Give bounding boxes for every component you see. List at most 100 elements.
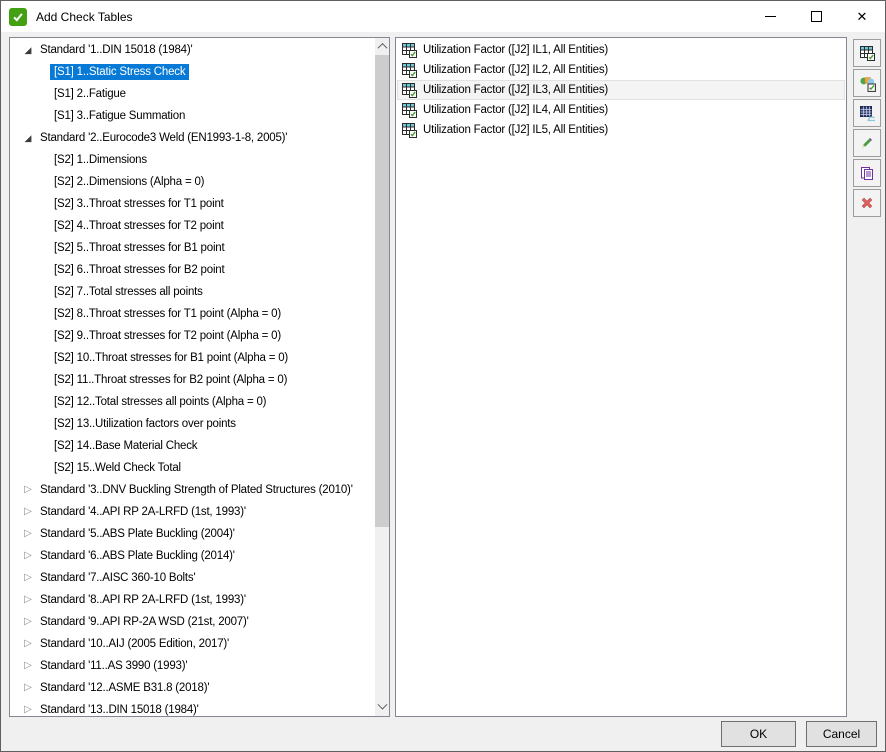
- tree-item-label: [S2] 10..Throat stresses for B1 point (A…: [50, 350, 292, 366]
- table-check-icon: [401, 62, 417, 78]
- list-item-label: Utilization Factor ([J2] IL4, All Entiti…: [423, 104, 608, 116]
- maximize-icon: [811, 11, 822, 22]
- chevron-down-icon: [377, 700, 387, 710]
- tree-item-label: [S2] 9..Throat stresses for T2 point (Al…: [50, 328, 285, 344]
- collapsed-arrow-icon[interactable]: ▷: [21, 545, 35, 567]
- cancel-button[interactable]: Cancel: [806, 721, 877, 747]
- list-item[interactable]: Utilization Factor ([J2] IL4, All Entiti…: [397, 100, 845, 120]
- ok-button[interactable]: OK: [721, 721, 796, 747]
- tree-item-label: Standard '5..ABS Plate Buckling (2004)': [36, 526, 239, 542]
- tree-item-label: Standard '7..AISC 360-10 Bolts': [36, 570, 199, 586]
- tree-item[interactable]: [S2] 7..Total stresses all points: [10, 281, 375, 303]
- copy-table-button[interactable]: [853, 159, 881, 187]
- tree-item-label: Standard '12..ASME B31.8 (2018)': [36, 680, 213, 696]
- edit-table-button[interactable]: [853, 129, 881, 157]
- close-button[interactable]: ✕: [839, 1, 885, 32]
- tree-item[interactable]: [S2] 4..Throat stresses for T2 point: [10, 215, 375, 237]
- tree-item[interactable]: [S2] 12..Total stresses all points (Alph…: [10, 391, 375, 413]
- add-envelope-table-button[interactable]: [853, 99, 881, 127]
- pencil-icon: [859, 135, 875, 151]
- tree-item-label: [S2] 1..Dimensions: [50, 152, 151, 168]
- tree-item[interactable]: ◢Standard '1..DIN 15018 (1984)': [10, 39, 375, 61]
- delete-table-button[interactable]: [853, 189, 881, 217]
- dark-table-arc-icon: [859, 105, 876, 122]
- chevron-up-icon: [377, 43, 387, 53]
- tree-item[interactable]: ▷Standard '3..DNV Buckling Strength of P…: [10, 479, 375, 501]
- add-special-tables-button[interactable]: [853, 69, 881, 97]
- tree-item[interactable]: ▷Standard '10..AIJ (2005 Edition, 2017)': [10, 633, 375, 655]
- tree-item[interactable]: [S1] 3..Fatigue Summation: [10, 105, 375, 127]
- collapsed-arrow-icon[interactable]: ▷: [21, 523, 35, 545]
- table-check-icon: [859, 45, 875, 61]
- minimize-button[interactable]: [747, 1, 793, 32]
- list-item[interactable]: Utilization Factor ([J2] IL3, All Entiti…: [397, 80, 845, 100]
- tree-item[interactable]: ▷Standard '7..AISC 360-10 Bolts': [10, 567, 375, 589]
- list-item[interactable]: Utilization Factor ([J2] IL1, All Entiti…: [397, 40, 845, 60]
- tree-item[interactable]: ▷Standard '6..ABS Plate Buckling (2014)': [10, 545, 375, 567]
- list-item-label: Utilization Factor ([J2] IL2, All Entiti…: [423, 64, 608, 76]
- minimize-icon: [765, 16, 776, 17]
- tree-item[interactable]: [S2] 15..Weld Check Total: [10, 457, 375, 479]
- add-table-button[interactable]: [853, 39, 881, 67]
- tree-item[interactable]: ▷Standard '4..API RP 2A-LRFD (1st, 1993)…: [10, 501, 375, 523]
- tree-item-label: Standard '13..DIN 15018 (1984)': [36, 702, 203, 717]
- tree-item[interactable]: [S2] 13..Utilization factors over points: [10, 413, 375, 435]
- tree-item[interactable]: [S2] 3..Throat stresses for T1 point: [10, 193, 375, 215]
- shapes-check-icon: [859, 75, 876, 92]
- window-title: Add Check Tables: [36, 10, 133, 24]
- collapsed-arrow-icon[interactable]: ▷: [21, 611, 35, 633]
- tree-item-label: [S1] 1..Static Stress Check: [50, 64, 189, 80]
- tree-item[interactable]: [S2] 9..Throat stresses for T2 point (Al…: [10, 325, 375, 347]
- collapsed-arrow-icon[interactable]: ▷: [21, 567, 35, 589]
- list-item-label: Utilization Factor ([J2] IL3, All Entiti…: [423, 84, 608, 96]
- scrollbar-thumb[interactable]: [375, 55, 389, 527]
- list-item[interactable]: Utilization Factor ([J2] IL5, All Entiti…: [397, 120, 845, 140]
- scroll-up-button[interactable]: [375, 38, 389, 55]
- tree-item[interactable]: [S2] 5..Throat stresses for B1 point: [10, 237, 375, 259]
- tree-item-label: [S2] 12..Total stresses all points (Alph…: [50, 394, 270, 410]
- tree-item[interactable]: ▷Standard '13..DIN 15018 (1984)': [10, 699, 375, 717]
- tree-item-label: [S2] 15..Weld Check Total: [50, 460, 185, 476]
- collapsed-arrow-icon[interactable]: ▷: [21, 655, 35, 677]
- tree-item[interactable]: [S2] 10..Throat stresses for B1 point (A…: [10, 347, 375, 369]
- tree-item[interactable]: ▷Standard '5..ABS Plate Buckling (2004)': [10, 523, 375, 545]
- tree-item-label: Standard '2..Eurocode3 Weld (EN1993-1-8,…: [36, 130, 291, 146]
- titlebar: Add Check Tables ✕: [1, 1, 885, 32]
- tree-item[interactable]: [S1] 2..Fatigue: [10, 83, 375, 105]
- scroll-down-button[interactable]: [375, 699, 389, 716]
- check-tables-list-panel: Utilization Factor ([J2] IL1, All Entiti…: [395, 37, 847, 717]
- collapsed-arrow-icon[interactable]: ▷: [21, 699, 35, 717]
- collapsed-arrow-icon[interactable]: ▷: [21, 589, 35, 611]
- tree-item[interactable]: [S2] 2..Dimensions (Alpha = 0): [10, 171, 375, 193]
- tree-item-label: [S2] 14..Base Material Check: [50, 438, 201, 454]
- collapsed-arrow-icon[interactable]: ▷: [21, 479, 35, 501]
- collapsed-arrow-icon[interactable]: ▷: [21, 633, 35, 655]
- green-check-app-icon: [9, 8, 27, 26]
- tree-item[interactable]: [S1] 1..Static Stress Check: [10, 61, 375, 83]
- table-check-icon: [401, 122, 417, 138]
- collapsed-arrow-icon[interactable]: ▷: [21, 677, 35, 699]
- tree-item[interactable]: [S2] 1..Dimensions: [10, 149, 375, 171]
- tree-item[interactable]: ▷Standard '11..AS 3990 (1993)': [10, 655, 375, 677]
- standards-tree-panel: ◢Standard '1..DIN 15018 (1984)' [S1] 1..S…: [9, 37, 390, 717]
- maximize-button[interactable]: [793, 1, 839, 32]
- expanded-arrow-icon[interactable]: ◢: [21, 39, 35, 61]
- list-item[interactable]: Utilization Factor ([J2] IL2, All Entiti…: [397, 60, 845, 80]
- tree-item[interactable]: ▷Standard '8..API RP 2A-LRFD (1st, 1993)…: [10, 589, 375, 611]
- tree-item[interactable]: [S2] 8..Throat stresses for T1 point (Al…: [10, 303, 375, 325]
- copy-icon: [859, 165, 875, 181]
- tree-item-label: Standard '3..DNV Buckling Strength of Pl…: [36, 482, 357, 498]
- tree-item[interactable]: [S2] 6..Throat stresses for B2 point: [10, 259, 375, 281]
- expanded-arrow-icon[interactable]: ◢: [21, 127, 35, 149]
- tree-item[interactable]: [S2] 14..Base Material Check: [10, 435, 375, 457]
- tree-item-label: Standard '10..AIJ (2005 Edition, 2017)': [36, 636, 233, 652]
- tree-item[interactable]: ▷Standard '9..API RP-2A WSD (21st, 2007)…: [10, 611, 375, 633]
- tree-item[interactable]: ◢Standard '2..Eurocode3 Weld (EN1993-1-8…: [10, 127, 375, 149]
- tree-item-label: [S1] 2..Fatigue: [50, 86, 130, 102]
- tree-item-label: Standard '8..API RP 2A-LRFD (1st, 1993)': [36, 592, 250, 608]
- tree-item[interactable]: [S2] 11..Throat stresses for B2 point (A…: [10, 369, 375, 391]
- tree-scrollbar[interactable]: [375, 38, 389, 716]
- collapsed-arrow-icon[interactable]: ▷: [21, 501, 35, 523]
- table-check-icon: [401, 42, 417, 58]
- tree-item[interactable]: ▷Standard '12..ASME B31.8 (2018)': [10, 677, 375, 699]
